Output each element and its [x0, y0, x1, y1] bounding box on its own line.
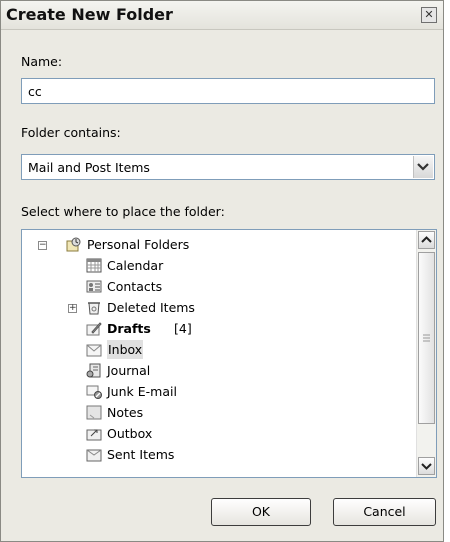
- sent-items-icon: [86, 449, 102, 462]
- name-input-value: cc: [28, 84, 42, 99]
- expand-deleted-items-toggle[interactable]: +: [68, 304, 77, 313]
- contacts-icon: [86, 280, 102, 293]
- cancel-button[interactable]: Cancel: [333, 498, 436, 526]
- tree-scrollbar[interactable]: [416, 230, 436, 477]
- grip-icon: [423, 334, 430, 342]
- title-bar: Create New Folder ✕: [1, 1, 443, 30]
- tree-node-label: Outbox: [107, 426, 153, 441]
- chevron-up-icon: [421, 236, 432, 243]
- tree-node-label: Notes: [107, 405, 144, 420]
- tree-node-label: Sent Items: [107, 447, 175, 462]
- tree-node-label: Personal Folders: [87, 237, 190, 252]
- folder-contains-label: Folder contains:: [21, 125, 121, 140]
- notes-icon: [86, 405, 102, 420]
- personal-folders-icon: [66, 237, 81, 252]
- outbox-icon: [86, 429, 102, 441]
- name-label: Name:: [21, 54, 63, 69]
- tree-node-label: Deleted Items: [107, 300, 195, 315]
- tree-node-label: Contacts: [107, 279, 163, 294]
- tree-node-label: Junk E-mail: [107, 384, 177, 399]
- journal-icon: [86, 363, 101, 378]
- chevron-down-icon: [421, 463, 432, 470]
- drafts-icon: [86, 322, 102, 336]
- create-new-folder-dialog: Create New Folder ✕ Name: cc Folder cont…: [0, 0, 444, 542]
- inbox-icon: [86, 344, 102, 357]
- dropdown-button[interactable]: [413, 156, 433, 178]
- tree-node-label: Drafts: [107, 321, 151, 336]
- junk-email-icon: [86, 385, 102, 399]
- close-button[interactable]: ✕: [421, 7, 437, 23]
- folder-tree[interactable]: − Personal Folders Calendar Contacts + D…: [21, 229, 437, 478]
- chevron-down-icon: [417, 163, 429, 171]
- tree-node-label: Journal: [107, 363, 151, 378]
- dialog-title: Create New Folder: [6, 5, 173, 24]
- collapse-root-toggle[interactable]: −: [38, 241, 47, 250]
- unread-count: [4]: [174, 321, 192, 336]
- folder-contains-value: Mail and Post Items: [28, 160, 150, 175]
- folder-contains-select[interactable]: Mail and Post Items: [21, 154, 435, 180]
- tree-node-label: Calendar: [107, 258, 164, 273]
- calendar-icon: [86, 258, 102, 273]
- scroll-up-button[interactable]: [418, 231, 435, 249]
- scroll-thumb[interactable]: [418, 252, 435, 424]
- place-folder-label: Select where to place the folder:: [21, 204, 225, 219]
- scroll-down-button[interactable]: [418, 457, 435, 475]
- ok-button[interactable]: OK: [211, 498, 311, 526]
- name-input[interactable]: cc: [21, 78, 435, 104]
- deleted-items-icon: [88, 302, 100, 315]
- tree-node-label: Inbox: [107, 340, 144, 359]
